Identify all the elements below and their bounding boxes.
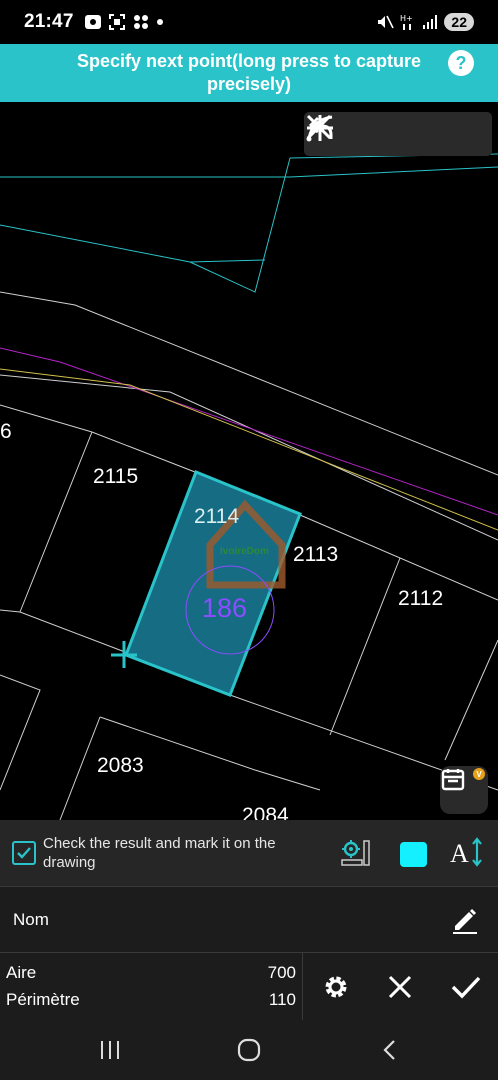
area-label: Aire <box>6 963 37 982</box>
area-value: 700 <box>267 963 296 982</box>
parcel-label: 2112 <box>398 587 444 610</box>
prompt-text: Specify next point(long press to capture… <box>76 51 422 94</box>
signal-icon <box>423 15 438 29</box>
settings-button[interactable] <box>316 967 356 1007</box>
recent-apps-icon <box>101 1041 119 1059</box>
drawing-canvas[interactable]: 6 2115 2114 2113 2112 2083 2084 186 Ivoi… <box>0 102 498 820</box>
checkmark-icon <box>17 847 31 859</box>
close-icon <box>306 114 332 140</box>
road-line <box>0 291 498 476</box>
parcel-boundary <box>444 639 498 761</box>
status-notification-icons <box>84 13 164 31</box>
back-button[interactable] <box>374 1034 406 1066</box>
calendar-icon <box>441 769 465 791</box>
calendar-button[interactable]: V <box>440 766 488 814</box>
svg-text:H+: H+ <box>400 14 413 23</box>
color-swatch-button[interactable] <box>400 842 427 867</box>
add-point-button[interactable] <box>307 115 439 153</box>
cyan-boundary-line <box>0 224 266 263</box>
parcel-boundary <box>329 557 401 736</box>
cyan-boundary-line <box>0 166 498 178</box>
parcel-boundary <box>0 404 196 473</box>
app-notification-icon <box>84 15 101 29</box>
home-button[interactable] <box>233 1034 265 1066</box>
parcel-boundary <box>0 609 126 653</box>
parcel-label: 2114 <box>194 505 240 528</box>
area-value-label: 186 <box>202 593 248 623</box>
recent-apps-button[interactable] <box>94 1034 126 1066</box>
parcel-boundary <box>59 716 101 820</box>
perimeter-label: Périmètre <box>6 990 80 1009</box>
parcel-boundary <box>0 674 41 791</box>
status-system-icons: H+ 22 <box>376 13 474 31</box>
measurement-panel: Aire 700 Périmètre 110 <box>0 952 498 1021</box>
parcel-label: 2115 <box>93 465 139 488</box>
cyan-boundary-line <box>189 157 291 293</box>
parcel-label: 2113 <box>293 543 339 566</box>
grid-notification-icon <box>133 15 148 29</box>
area-measure: Aire 700 <box>6 963 296 983</box>
confirm-button[interactable] <box>446 967 486 1007</box>
name-label: Nom <box>13 909 49 929</box>
help-button[interactable]: ? <box>448 50 474 76</box>
gear-icon <box>325 976 347 998</box>
dot-notification-icon <box>156 19 163 25</box>
snap-settings-icon <box>341 840 370 866</box>
watermark-text: IvoireDom <box>220 546 269 557</box>
draw-toolbox <box>304 112 492 156</box>
pencil-icon <box>453 908 477 934</box>
undo-tool-button[interactable] <box>308 115 395 153</box>
close-icon <box>388 975 412 999</box>
map-drawing <box>0 153 498 820</box>
perimeter-measure: Périmètre 110 <box>6 990 296 1010</box>
check-icon <box>451 976 481 999</box>
name-panel[interactable]: Nom <box>0 886 498 952</box>
cancel-draw-button[interactable] <box>306 114 483 153</box>
parcel-label: 2084 <box>242 804 289 820</box>
network-icon: H+ <box>400 14 413 30</box>
home-icon <box>237 1038 261 1062</box>
parcel-boundary <box>19 431 93 613</box>
check-result-checkbox[interactable] <box>12 841 36 865</box>
parcel-label: 6 <box>0 420 12 443</box>
snap-settings-button[interactable] <box>340 838 372 873</box>
check-result-panel: Check the result and mark it on the draw… <box>0 820 498 886</box>
prompt-banner: Specify next point(long press to capture… <box>0 44 498 102</box>
vip-badge-icon: V <box>473 768 485 780</box>
perimeter-value: 110 <box>268 990 296 1009</box>
edit-name-button[interactable] <box>450 905 480 940</box>
back-icon <box>383 1040 395 1060</box>
status-bar: 21:47 H+ 22 <box>0 0 498 44</box>
measure-divider <box>302 953 303 1021</box>
battery-level: 22 <box>444 13 474 31</box>
check-result-label: Check the result and mark it on the draw… <box>43 835 276 871</box>
status-time: 21:47 <box>24 11 74 32</box>
svg-text:A: A <box>450 839 469 868</box>
scan-notification-icon <box>108 14 125 30</box>
parcel-label: 2083 <box>97 754 144 777</box>
system-nav-bar <box>0 1020 498 1080</box>
mute-icon <box>378 15 395 29</box>
cancel-button[interactable] <box>380 967 420 1007</box>
text-size-icon: A <box>450 837 482 868</box>
text-size-button[interactable]: A <box>448 836 484 873</box>
